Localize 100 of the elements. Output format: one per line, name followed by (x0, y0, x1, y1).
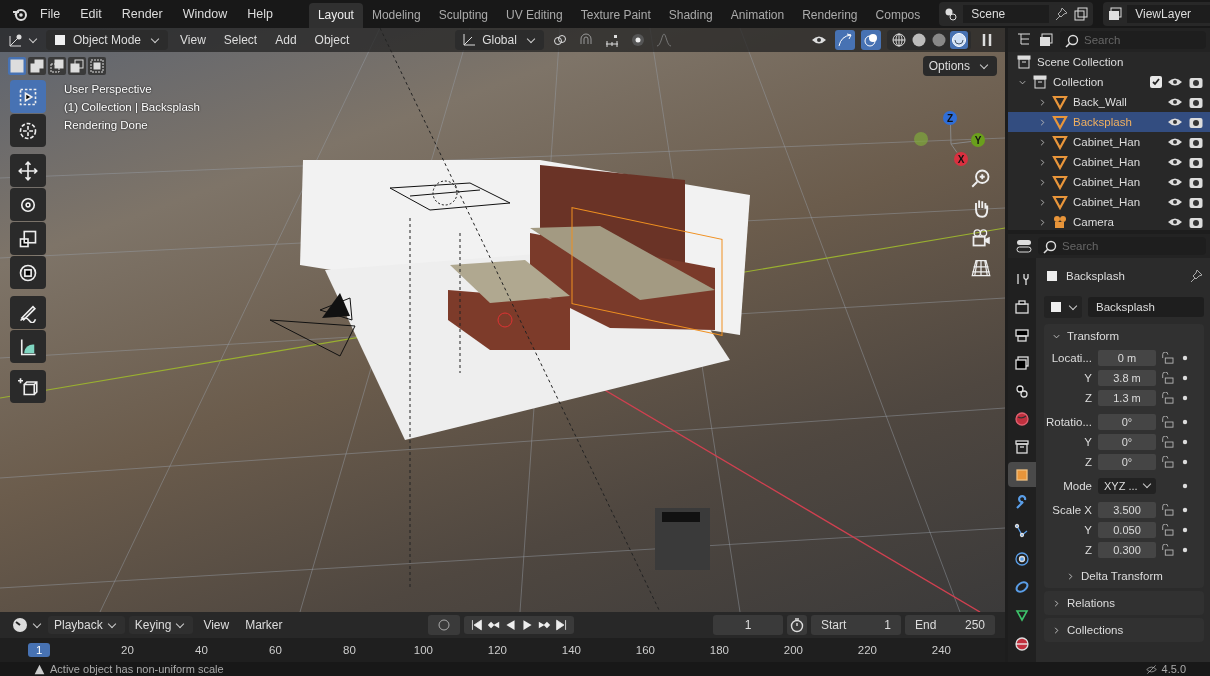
copy-icon[interactable] (1073, 6, 1090, 22)
search-field[interactable]: Search (1038, 237, 1206, 255)
pin-icon[interactable] (1053, 6, 1070, 22)
list-icon[interactable] (1016, 32, 1032, 48)
keyframe-dot-icon[interactable] (1182, 394, 1188, 401)
menu-item[interactable]: Window (174, 7, 236, 21)
panel-header[interactable]: Transform (1044, 324, 1204, 348)
number-field[interactable]: 0.300 (1098, 541, 1156, 558)
number-field[interactable]: 3.500 (1098, 501, 1156, 518)
zoom-icon[interactable] (971, 168, 991, 188)
lock-icon[interactable] (1160, 415, 1174, 428)
selection-mode-icon[interactable] (68, 57, 86, 75)
number-field[interactable]: 0° (1098, 413, 1156, 430)
lock-icon[interactable] (1160, 455, 1174, 468)
logo-icon[interactable] (12, 6, 28, 22)
gizmo-arrow-icon[interactable] (835, 30, 855, 50)
keyframe-dot-icon[interactable] (1182, 526, 1188, 533)
solid-sphere-icon[interactable] (910, 31, 928, 49)
menu-item[interactable]: Marker (239, 618, 289, 632)
outliner-row[interactable]: Back_Wall (1008, 92, 1210, 112)
outliner-row[interactable]: Cabinet_Han (1008, 152, 1210, 172)
workspace-tab[interactable]: Modeling (362, 3, 430, 28)
keyframe-dot-icon[interactable] (1182, 458, 1188, 465)
number-field[interactable]: 0.050 (1098, 521, 1156, 538)
workspace-tab[interactable]: Rendering (793, 3, 867, 28)
images-icon[interactable] (1038, 32, 1054, 48)
menu-item[interactable]: File (32, 7, 69, 21)
workspace-tab[interactable]: Texture Paint (571, 3, 660, 28)
keyframe-dot-icon[interactable] (1182, 546, 1188, 553)
scene-name-field[interactable]: Scene (963, 5, 1050, 23)
workspace-tab[interactable]: Shading (659, 3, 722, 28)
outliner-row[interactable]: Cabinet_Han (1008, 192, 1210, 212)
lock-icon[interactable] (1160, 435, 1174, 448)
camera-icon[interactable] (971, 228, 991, 248)
jump-end-icon[interactable] (554, 618, 568, 632)
lock-icon[interactable] (1160, 543, 1174, 556)
keyframe-dot-icon[interactable] (1182, 438, 1188, 445)
view-layer-field[interactable]: ViewLayer (1127, 5, 1210, 23)
menu-item[interactable]: Select (217, 33, 264, 47)
menu-item[interactable]: Add (269, 33, 303, 47)
half-sphere-icon[interactable] (930, 31, 948, 49)
keyframe-dot-icon[interactable] (1182, 374, 1188, 381)
lock-icon[interactable] (1160, 391, 1174, 404)
object-type-dropdown[interactable] (1044, 296, 1082, 318)
scene-icon[interactable] (943, 6, 960, 22)
menu-item[interactable]: Object (308, 33, 356, 47)
number-field[interactable]: 1.3 m (1098, 389, 1156, 406)
object-mode-dropdown[interactable]: Object Mode (46, 30, 169, 50)
menu-dropdown[interactable]: Playback (48, 616, 125, 634)
overlay-icon[interactable] (861, 30, 881, 50)
menu-item[interactable]: Edit (72, 7, 110, 21)
workspace-tab[interactable]: Sculpting (429, 3, 497, 28)
outliner-row[interactable]: Camera (1008, 212, 1210, 230)
keyframe-dot-icon[interactable] (1182, 418, 1188, 425)
tool-button[interactable] (10, 296, 46, 329)
images-icon[interactable] (1107, 6, 1124, 22)
play-icon[interactable] (520, 618, 534, 632)
subpanel-header[interactable]: Delta Transform (1044, 564, 1204, 588)
search-field[interactable]: Search (1060, 31, 1206, 49)
outliner-row[interactable]: Collection (1008, 72, 1210, 92)
workspace-tab[interactable]: Animation (721, 3, 794, 28)
stopwatch-icon[interactable] (787, 615, 807, 635)
wireframe-sphere-icon[interactable] (890, 31, 908, 49)
outliner-item[interactable]: Scene Collection (1037, 56, 1124, 68)
tool-button[interactable] (10, 330, 46, 363)
playhead-frame[interactable]: 1 (28, 643, 51, 657)
selection-mode-icon[interactable] (28, 57, 46, 75)
panel-header[interactable]: Collections (1044, 618, 1204, 642)
lock-icon[interactable] (1160, 523, 1174, 536)
tool-button[interactable] (10, 370, 46, 403)
selection-mode-icon[interactable] (8, 57, 26, 75)
workspace-tab[interactable]: Layout (308, 3, 363, 28)
frame-range-field[interactable]: End 250 (905, 615, 995, 635)
grid-icon[interactable] (971, 258, 991, 278)
number-field[interactable]: 0 m (1098, 349, 1156, 366)
jump-start-icon[interactable] (469, 618, 483, 632)
tool-button[interactable] (10, 154, 46, 187)
lock-icon[interactable] (1160, 351, 1174, 364)
keyframe-dot-icon[interactable] (1182, 506, 1188, 513)
toggle-icon[interactable] (1016, 238, 1032, 254)
workspace-tab[interactable]: Compos (866, 3, 930, 28)
record-button[interactable] (427, 615, 460, 635)
keyframe-dot-icon[interactable] (1182, 482, 1188, 489)
orientation-dropdown[interactable]: Global (455, 30, 544, 50)
rotation-mode-dropdown[interactable]: XYZ ... (1098, 477, 1156, 494)
menu-item[interactable]: Render (113, 7, 171, 21)
menu-item[interactable]: View (197, 618, 236, 632)
keyframe-dot-icon[interactable] (1182, 354, 1188, 361)
number-field[interactable]: 3.8 m (1098, 369, 1156, 386)
tool-button[interactable] (10, 222, 46, 255)
selection-mode-icon[interactable] (88, 57, 106, 75)
clock-icon[interactable] (12, 617, 28, 633)
pin-icon[interactable] (1188, 268, 1204, 284)
outliner-row[interactable]: Backsplash (1008, 112, 1210, 132)
outliner-row[interactable]: Cabinet_Han (1008, 172, 1210, 192)
axes-icon[interactable] (8, 32, 24, 48)
menu-dropdown[interactable]: Keying (128, 616, 194, 634)
lock-icon[interactable] (1160, 371, 1174, 384)
selection-mode-icon[interactable] (48, 57, 66, 75)
number-field[interactable]: 0° (1098, 453, 1156, 470)
